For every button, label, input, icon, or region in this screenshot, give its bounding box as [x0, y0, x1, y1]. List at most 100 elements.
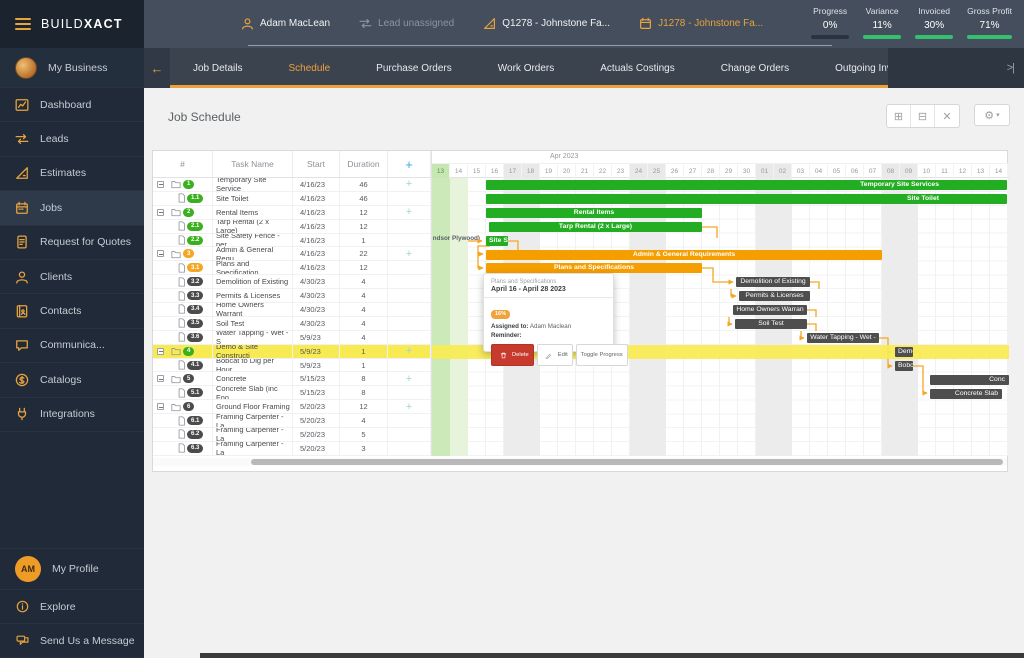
day-header-cell: 11: [936, 164, 954, 178]
add-subtask-cell[interactable]: +: [388, 247, 431, 261]
add-subtask-cell[interactable]: +: [388, 400, 431, 414]
sidebar-item-my-profile[interactable]: AM My Profile: [0, 548, 144, 590]
delete-button[interactable]: Delete: [491, 344, 534, 366]
sidebar-item-communica-[interactable]: Communica...: [0, 329, 144, 364]
gantt-bar[interactable]: Permits & Licenses: [739, 291, 810, 302]
task-row[interactable]: 3.1 Plans and Specification 4/16/23 12: [153, 261, 431, 276]
task-table: # Task Name Start Duration + 1 Temporary …: [153, 151, 431, 456]
task-row[interactable]: 3.4 Home Owners Warrant 4/30/23 4: [153, 303, 431, 317]
day-header-cell: 28: [702, 164, 720, 178]
collapse-tabs-button[interactable]: ←: [144, 48, 170, 88]
day-header-cell: 04: [810, 164, 828, 178]
task-row[interactable]: 2.2 Site Safety Fence - per 4/16/23 1: [153, 233, 431, 248]
task-name-cell: Rental Items: [213, 205, 293, 219]
gantt-bar[interactable]: Conc: [930, 374, 1009, 385]
tab-purchase-orders[interactable]: Purchase Orders: [353, 48, 475, 88]
collapse-row-icon[interactable]: [157, 403, 164, 411]
gantt-bar[interactable]: Demo: [895, 346, 913, 357]
sidebar-item-request-for-quotes[interactable]: Request for Quotes: [0, 226, 144, 260]
sidebar-item-leads[interactable]: Leads: [0, 122, 144, 157]
tab-overflow-icon[interactable]: >|: [1007, 62, 1015, 74]
gantt-bar[interactable]: Tarp Rental (2 x Large): [489, 221, 702, 232]
gantt-bar[interactable]: Admin & General Requirements: [486, 249, 882, 260]
task-row[interactable]: 3.3 Permits & Licenses 4/30/23 4: [153, 289, 431, 304]
gantt-bar[interactable]: Water Tapping - Wet -: [807, 332, 879, 343]
sidebar-item-clients[interactable]: Clients: [0, 260, 144, 295]
gantt-bar[interactable]: Plans and Specifications: [486, 263, 702, 274]
sidebar-item-explore[interactable]: Explore: [0, 590, 144, 624]
gantt-bar[interactable]: Demolition of Existing: [736, 277, 810, 288]
add-subtask-cell[interactable]: +: [388, 344, 431, 358]
sidebar-item-my-business[interactable]: My Business: [0, 48, 144, 88]
add-subtask-cell[interactable]: +: [388, 178, 431, 191]
task-duration-cell: 12: [340, 261, 388, 275]
info-icon: [15, 600, 29, 614]
gantt-bar[interactable]: Concrete Slab: [930, 388, 1002, 399]
add-column-button[interactable]: +: [388, 151, 431, 177]
task-row[interactable]: 6.3 Framing Carpenter - La 5/20/23 3: [153, 441, 431, 456]
task-row[interactable]: 1.1 Site Toilet 4/16/23 46: [153, 191, 431, 206]
task-num-cell: 3.4: [153, 303, 213, 316]
task-row[interactable]: 3.5 Soil Test 4/30/23 4: [153, 316, 431, 331]
task-number-badge: 2.1: [187, 221, 204, 231]
settings-button[interactable]: ⚙ ▾: [974, 104, 1010, 126]
tab-work-orders[interactable]: Work Orders: [475, 48, 578, 88]
fit-screen-button[interactable]: ✕: [935, 105, 959, 127]
task-row[interactable]: 2 Rental Items 4/16/23 12 +: [153, 205, 431, 220]
task-row[interactable]: 5 Concrete 5/15/23 8 +: [153, 372, 431, 387]
add-subtask-cell[interactable]: +: [388, 205, 431, 219]
sidebar-item-contacts[interactable]: Contacts: [0, 294, 144, 329]
sidebar-item-integrations[interactable]: Integrations: [0, 398, 144, 432]
task-row[interactable]: 6 Ground Floor Framing 5/20/23 12 +: [153, 400, 431, 415]
task-row[interactable]: 3.2 Demolition of Existing 4/30/23 4: [153, 275, 431, 290]
topbar-item[interactable]: Q1278 - Johnstone Fa...: [482, 16, 610, 30]
collapse-row-icon[interactable]: [157, 208, 164, 216]
app-logo: BUILDXACT: [41, 17, 123, 31]
menu-icon[interactable]: [15, 15, 31, 33]
edit-button[interactable]: Edit: [536, 344, 573, 366]
collapse-row-icon[interactable]: [157, 375, 164, 383]
day-header-cell: 18: [522, 164, 540, 178]
tab-schedule[interactable]: Schedule: [265, 48, 353, 88]
topbar-item-label: Lead unassigned: [378, 17, 455, 29]
sidebar-item-catalogs[interactable]: Catalogs: [0, 363, 144, 398]
toggle-progress-button[interactable]: Toggle Progress: [575, 344, 628, 366]
gantt-bar[interactable]: Soil Test: [735, 319, 807, 329]
task-row[interactable]: 5.1 Concrete Slab (inc Foo 5/15/23 8: [153, 386, 431, 401]
task-row[interactable]: 4.1 Bobcat to Dig per Hour 5/9/23 1: [153, 358, 431, 373]
task-row[interactable]: 6.2 Framing Carpenter - La 5/20/23 5: [153, 428, 431, 442]
task-duration-cell: 12: [340, 205, 388, 219]
gantt-bar[interactable]: Temporary Site Services: [486, 180, 1007, 190]
scrollbar-thumb[interactable]: [251, 459, 1003, 465]
sidebar-item-estimates[interactable]: Estimates: [0, 157, 144, 192]
tab-change-orders[interactable]: Change Orders: [698, 48, 812, 88]
gantt-bar[interactable]: Bobc: [895, 360, 913, 371]
gantt-bar[interactable]: Rental Items: [486, 207, 702, 218]
collapse-row-icon[interactable]: [157, 347, 164, 355]
tab-job-details[interactable]: Job Details: [170, 48, 265, 88]
sidebar-item-send-us-a-message[interactable]: Send Us a Message: [0, 624, 144, 658]
sidebar-item-jobs[interactable]: Jobs: [0, 191, 144, 226]
gantt-bar[interactable]: Site S: [486, 235, 508, 246]
collapse-row-icon[interactable]: [157, 180, 164, 188]
topbar-item[interactable]: J1278 - Johnstone Fa...: [638, 16, 763, 30]
task-row[interactable]: 1 Temporary Site Service 4/16/23 46 +: [153, 178, 431, 192]
task-name-cell: Soil Test: [213, 316, 293, 330]
task-row[interactable]: 2.1 Tarp Rental (2 x Large) 4/16/23 12: [153, 219, 431, 234]
task-row[interactable]: 4 Demo & Site Constructi 5/9/23 1 +: [153, 344, 431, 359]
task-row[interactable]: 3.6 Water Tapping - Wet - S 5/9/23 4: [153, 330, 431, 345]
zoom-in-button[interactable]: ⊞: [887, 105, 911, 127]
collapse-row-icon[interactable]: [157, 250, 164, 258]
gantt-bar[interactable]: Site Toilet: [486, 193, 1007, 204]
zoom-out-button[interactable]: ⊟: [911, 105, 935, 127]
tab-actuals-costings[interactable]: Actuals Costings: [577, 48, 697, 88]
gantt-bar[interactable]: Home Owners Warran: [733, 305, 807, 316]
stat-bar: [967, 35, 1012, 39]
task-row[interactable]: 3 Admin & General Requ 4/16/23 22 +: [153, 247, 431, 262]
add-subtask-cell[interactable]: +: [388, 372, 431, 386]
task-row[interactable]: 6.1 Framing Carpenter - La 5/20/23 4: [153, 414, 431, 429]
sidebar-item-label: Explore: [40, 600, 76, 613]
topbar-item[interactable]: Adam MacLean: [240, 16, 330, 30]
topbar-item[interactable]: Lead unassigned: [358, 16, 454, 30]
sidebar-item-dashboard[interactable]: Dashboard: [0, 88, 144, 123]
